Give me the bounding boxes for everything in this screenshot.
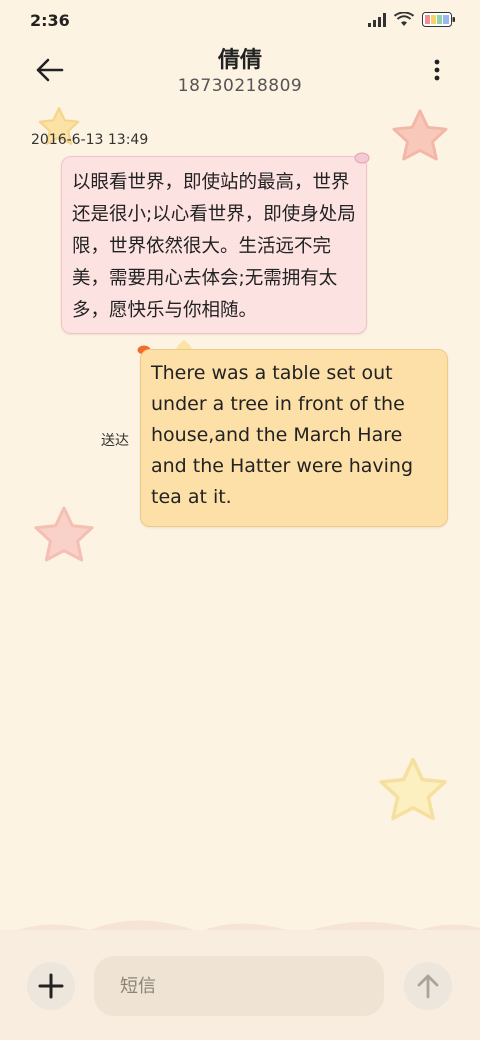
more-vert-icon xyxy=(434,59,440,81)
message-text: There was a table set out under a tree i… xyxy=(151,362,414,508)
conversation-header: 倩倩 18730218809 xyxy=(0,40,480,100)
message-text: 以眼看世界，即使站的最高，世界还是很小;以心看世界，即使身处局限，世界依然很大。… xyxy=(72,172,356,321)
star-decoration-icon xyxy=(379,757,447,821)
incoming-message-bubble[interactable]: 以眼看世界，即使站的最高，世界还是很小;以心看世界，即使身处局限，世界依然很大。… xyxy=(61,156,367,334)
status-time: 2:36 xyxy=(30,11,70,30)
status-icons xyxy=(368,12,456,27)
more-options-button[interactable] xyxy=(430,56,444,84)
contact-name: 倩倩 xyxy=(217,48,262,73)
message-timestamp: 2016-6-13 13:49 xyxy=(31,132,149,148)
status-bar: 2:36 xyxy=(0,0,480,40)
bubble-ornament-icon xyxy=(354,152,370,164)
star-decoration-icon xyxy=(34,506,94,562)
signal-icon xyxy=(368,12,386,27)
outgoing-message-bubble[interactable]: There was a table set out under a tree i… xyxy=(140,349,448,527)
wifi-icon xyxy=(394,12,414,26)
delivery-status: 送达 xyxy=(101,433,129,449)
send-button[interactable] xyxy=(404,962,452,1010)
contact-info: 倩倩 18730218809 xyxy=(0,40,480,96)
arrow-up-icon xyxy=(417,974,439,999)
contact-number: 18730218809 xyxy=(177,76,303,96)
add-attachment-button[interactable] xyxy=(27,962,75,1010)
star-decoration-icon xyxy=(392,109,448,161)
message-input[interactable] xyxy=(94,956,384,1016)
plus-icon xyxy=(38,973,64,999)
battery-icon xyxy=(422,12,455,27)
